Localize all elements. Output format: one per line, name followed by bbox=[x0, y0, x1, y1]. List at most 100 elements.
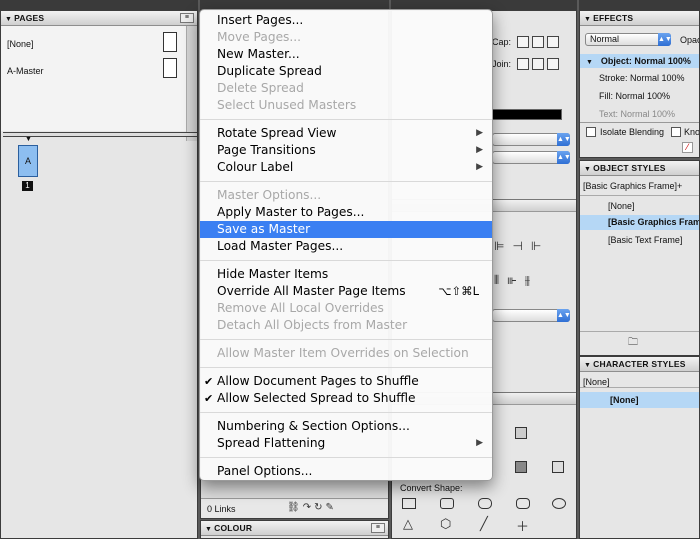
menu-item-override-all-master-items[interactable]: Override All Master Page Items ⌥⇧⌘L bbox=[200, 283, 492, 300]
rectangle-shape-icon[interactable] bbox=[402, 498, 416, 509]
submenu-arrow-icon: ▶ bbox=[476, 145, 483, 155]
line-shape-icon[interactable]: ╱ bbox=[480, 516, 488, 532]
menu-item-spread-flattening[interactable]: Spread Flattening ▶ bbox=[200, 435, 492, 452]
isolate-blending-label: Isolate Blending bbox=[600, 127, 665, 137]
knockout-group-checkbox[interactable] bbox=[671, 127, 681, 137]
isolate-blending-checkbox[interactable] bbox=[586, 127, 596, 137]
butt-cap-icon[interactable] bbox=[517, 36, 529, 48]
orthogonal-line-shape-icon[interactable]: ＋ bbox=[516, 516, 529, 535]
master-item-none[interactable]: [None] bbox=[7, 39, 34, 49]
effects-panel: ▼ EFFECTS Normal ▲▼ Opac ▼ Object: Normal … bbox=[579, 10, 700, 158]
menu-item-duplicate-spread[interactable]: Duplicate Spread bbox=[200, 63, 492, 80]
collapse-triangle-icon[interactable]: ▼ bbox=[5, 16, 12, 23]
object-style-item[interactable]: [None] bbox=[608, 201, 635, 211]
polygon-shape-icon[interactable]: ⬡ bbox=[440, 516, 451, 532]
pathfinder-icon[interactable] bbox=[515, 427, 527, 439]
stroke-type-swatch[interactable] bbox=[492, 109, 562, 120]
menu-item-load-master-pages[interactable]: Load Master Pages... bbox=[200, 238, 492, 255]
menu-item-page-transitions[interactable]: Page Transitions ▶ bbox=[200, 142, 492, 159]
menu-item-save-as-master[interactable]: Save as Master bbox=[200, 221, 492, 238]
pages-panel-header: ▼ PAGES ≡ bbox=[1, 11, 197, 26]
clear-effects-icon[interactable]: ⁄ bbox=[682, 142, 693, 153]
effects-stroke-row[interactable]: Stroke: Normal 100% bbox=[599, 73, 685, 83]
menu-item-panel-options[interactable]: Panel Options... bbox=[200, 463, 492, 480]
menu-item-label: Load Master Pages... bbox=[217, 239, 344, 253]
menu-item-master-options: Master Options... bbox=[200, 187, 492, 204]
menu-item-label: New Master... bbox=[217, 47, 300, 61]
page-thumbnail[interactable]: A bbox=[18, 145, 38, 177]
panel-menu-icon[interactable]: ≡ bbox=[371, 523, 385, 533]
dropdown-arrow-icon: ▲▼ bbox=[557, 151, 571, 164]
character-style-item-selected[interactable]: [None] bbox=[580, 392, 699, 408]
object-row-label: Object: Normal 100% bbox=[600, 56, 691, 66]
menu-separator bbox=[200, 260, 492, 261]
inverse-rounded-rectangle-shape-icon[interactable] bbox=[516, 498, 530, 509]
submenu-arrow-icon: ▶ bbox=[476, 128, 483, 138]
menu-item-numbering-section[interactable]: Numbering & Section Options... bbox=[200, 418, 492, 435]
master-thumb-none[interactable] bbox=[163, 32, 177, 52]
menu-item-label: Master Options... bbox=[217, 188, 322, 202]
menu-item-label: Apply Master to Pages... bbox=[217, 205, 365, 219]
bevel-join-icon[interactable] bbox=[547, 58, 559, 70]
blend-mode-dropdown[interactable]: Normal ▲▼ bbox=[585, 33, 672, 46]
join-label: Join: bbox=[492, 59, 512, 69]
menu-item-allow-master-overrides: Allow Master Item Overrides on Selection bbox=[200, 345, 492, 362]
master-item-a[interactable]: A-Master bbox=[7, 66, 44, 76]
menu-item-allow-document-shuffle[interactable]: ✔ Allow Document Pages to Shuffle bbox=[200, 373, 492, 390]
checkmark-icon: ✔ bbox=[204, 375, 214, 388]
menu-item-apply-master[interactable]: Apply Master to Pages... bbox=[200, 204, 492, 221]
menu-item-new-master[interactable]: New Master... bbox=[200, 46, 492, 63]
end-arrow-dropdown[interactable]: ▲▼ bbox=[492, 151, 571, 164]
pages-panel: ▼ PAGES ≡ [None] A-Master ▼ A 1 bbox=[0, 10, 198, 539]
triangle-shape-icon[interactable]: △ bbox=[403, 516, 413, 532]
menu-item-colour-label[interactable]: Colour Label ▶ bbox=[200, 159, 492, 176]
masters-section: [None] A-Master bbox=[1, 26, 186, 131]
effects-text-row[interactable]: Text: Normal 100% bbox=[599, 109, 675, 119]
collapse-triangle-icon[interactable]: ▼ bbox=[205, 526, 212, 533]
opacity-label: Opac bbox=[680, 35, 700, 45]
master-thumb-a[interactable] bbox=[163, 58, 177, 78]
menu-item-insert-pages[interactable]: Insert Pages... bbox=[200, 12, 492, 29]
menu-item-allow-spread-shuffle[interactable]: ✔ Allow Selected Spread to Shuffle bbox=[200, 390, 492, 407]
effects-fill-row[interactable]: Fill: Normal 100% bbox=[599, 91, 670, 101]
menu-item-hide-master-items[interactable]: Hide Master Items bbox=[200, 266, 492, 283]
round-join-icon[interactable] bbox=[532, 58, 544, 70]
convert-shape-label: Convert Shape: bbox=[400, 483, 463, 493]
pathfinder-minus-back-icon[interactable] bbox=[515, 461, 527, 473]
effects-object-row[interactable]: ▼ Object: Normal 100% bbox=[580, 54, 699, 68]
submenu-arrow-icon: ▶ bbox=[476, 438, 483, 448]
align-to-dropdown[interactable]: ▲▼ bbox=[492, 309, 571, 322]
dropdown-arrow-icon: ▲▼ bbox=[658, 33, 672, 46]
ellipse-shape-icon[interactable] bbox=[552, 498, 566, 509]
spread-indicator-icon: ▼ bbox=[25, 136, 32, 143]
align-icons-row-2[interactable]: ⫴⊪⫵ bbox=[494, 273, 538, 288]
align-icons-row-1[interactable]: ⊫⊣⊩ bbox=[494, 239, 549, 253]
menu-item-rotate-spread-view[interactable]: Rotate Spread View ▶ bbox=[200, 125, 492, 142]
menu-item-label: Hide Master Items bbox=[217, 267, 329, 281]
menu-item-move-pages: Move Pages... bbox=[200, 29, 492, 46]
start-arrow-dropdown[interactable]: ▲▼ bbox=[492, 133, 571, 146]
object-style-item-selected[interactable]: [Basic Graphics Frame] bbox=[580, 215, 699, 230]
current-object-style: [Basic Graphics Frame]+ bbox=[583, 181, 683, 191]
collapse-triangle-icon[interactable]: ▼ bbox=[584, 166, 591, 173]
master-item-label: A-Master bbox=[7, 66, 44, 76]
character-styles-panel-header: ▼ CHARACTER STYLES bbox=[580, 357, 699, 372]
masters-scrollbar[interactable] bbox=[186, 26, 197, 141]
links-toolbar-icons[interactable]: ⛓↷↻✎ bbox=[287, 502, 337, 513]
bevel-rectangle-shape-icon[interactable] bbox=[478, 498, 492, 509]
collapse-triangle-icon[interactable]: ▼ bbox=[584, 16, 591, 23]
rounded-rectangle-shape-icon[interactable] bbox=[440, 498, 454, 509]
panel-menu-icon[interactable]: ≡ bbox=[180, 13, 194, 23]
square-cap-icon[interactable] bbox=[547, 36, 559, 48]
collapse-triangle-icon[interactable]: ▼ bbox=[584, 362, 591, 369]
round-cap-icon[interactable] bbox=[532, 36, 544, 48]
character-styles-panel-title: CHARACTER STYLES bbox=[593, 359, 686, 369]
page-number-badge: 1 bbox=[22, 181, 33, 191]
pathfinder-exclude-icon[interactable] bbox=[552, 461, 564, 473]
miter-join-icon[interactable] bbox=[517, 58, 529, 70]
menu-item-label: Colour Label bbox=[217, 160, 294, 174]
section-divider[interactable] bbox=[3, 132, 197, 137]
object-styles-toolbar-icons[interactable]: 🗀⌥▣⊠ bbox=[628, 335, 699, 355]
menu-item-remove-local-overrides: Remove All Local Overrides bbox=[200, 300, 492, 317]
object-style-item[interactable]: [Basic Text Frame] bbox=[608, 235, 682, 245]
